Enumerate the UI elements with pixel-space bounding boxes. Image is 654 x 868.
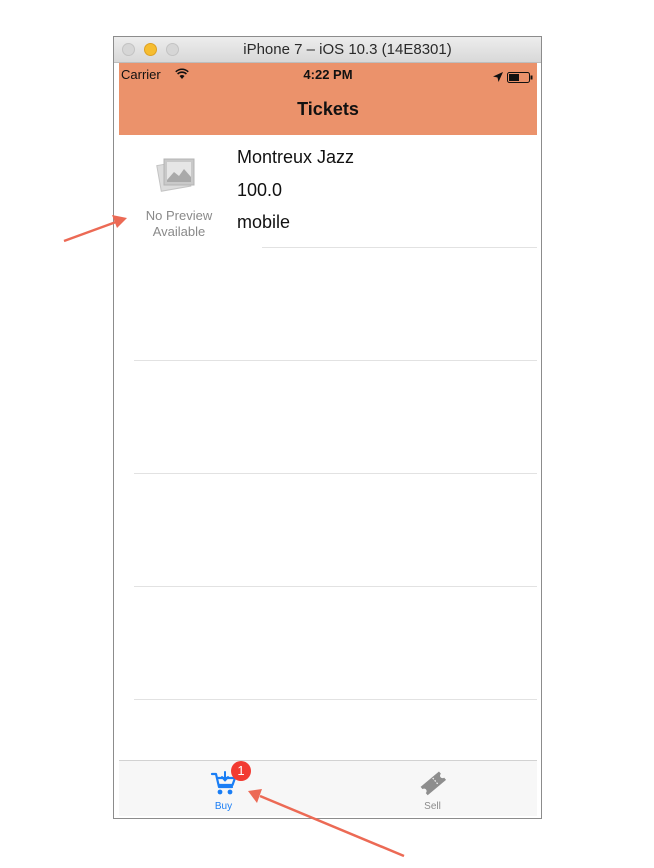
window-title-bar[interactable]: iPhone 7 – iOS 10.3 (14E8301) <box>114 37 541 63</box>
empty-row <box>119 361 537 473</box>
simulator-window: iPhone 7 – iOS 10.3 (14E8301) Carrier 4:… <box>113 36 542 819</box>
window-title: iPhone 7 – iOS 10.3 (14E8301) <box>243 41 452 58</box>
ticket-row[interactable]: No Preview Available Montreux Jazz 100.0… <box>119 135 537 248</box>
empty-row <box>119 587 537 699</box>
no-preview-text: No Preview Available <box>145 208 213 239</box>
cart-badge: 1 <box>231 761 251 781</box>
location-arrow-icon <box>493 69 503 87</box>
row-divider <box>134 699 537 700</box>
ticket-name: Montreux Jazz <box>237 147 355 167</box>
ticket-price: 100.0 <box>237 180 283 200</box>
tickets-table[interactable]: No Preview Available Montreux Jazz 100.0… <box>119 135 537 760</box>
empty-row <box>119 474 537 586</box>
screenshot-stage: iPhone 7 – iOS 10.3 (14E8301) Carrier 4:… <box>0 0 654 868</box>
tab-sell[interactable]: Sell <box>328 761 537 817</box>
tab-sell-label: Sell <box>424 801 441 812</box>
empty-row <box>119 248 537 360</box>
app-header: Carrier 4:22 PM Tickets <box>119 63 537 135</box>
image-placeholder-icon <box>149 155 197 195</box>
ticket-type: mobile <box>237 212 291 232</box>
status-time: 4:22 PM <box>303 67 353 82</box>
ticket-icon <box>417 768 449 803</box>
tab-buy[interactable]: 1 Buy <box>119 761 328 817</box>
tab-bar: 1 Buy Sell <box>119 760 537 816</box>
battery-icon <box>507 70 533 88</box>
tab-buy-label: Buy <box>214 801 233 812</box>
page-title: Tickets <box>297 99 359 119</box>
